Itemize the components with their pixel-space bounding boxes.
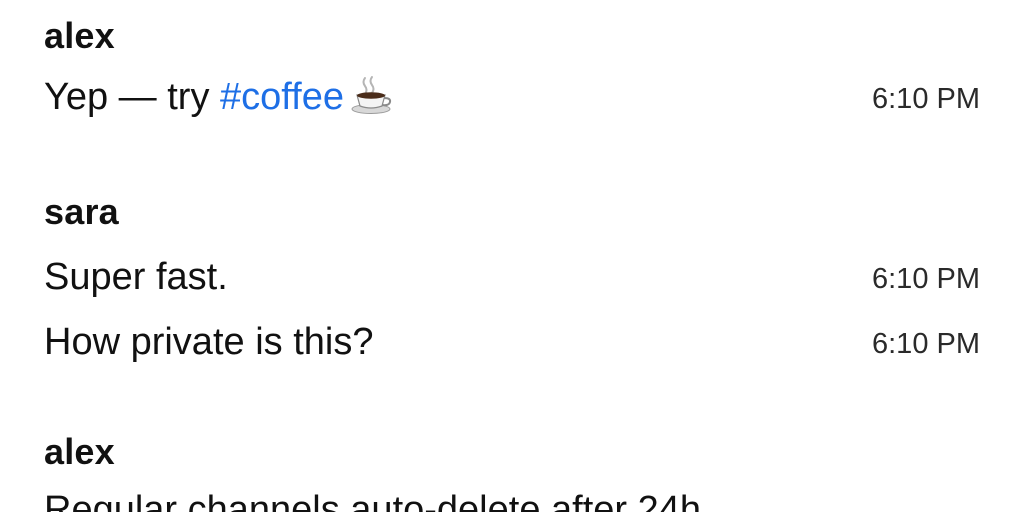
message-text: Super fast. <box>44 256 228 298</box>
chat-message-list: alex Yep — try #coffee 6:10 PM sara Supe… <box>0 0 1024 512</box>
message-author[interactable]: alex <box>44 16 115 56</box>
message-text: Yep — try #coffee <box>44 75 394 119</box>
message-text: Regular channels auto-delete after 24h. <box>44 489 712 512</box>
hashtag-link[interactable]: #coffee <box>220 76 344 118</box>
message-row[interactable]: How private is this? 6:10 PM <box>44 320 980 364</box>
message-timestamp: 6:10 PM <box>872 83 980 115</box>
message-row[interactable]: Regular channels auto-delete after 24h. <box>44 488 980 512</box>
message-timestamp: 6:10 PM <box>872 328 980 360</box>
coffee-cup-icon <box>350 75 394 115</box>
message-text-part: Yep — try <box>44 76 221 118</box>
message-row[interactable]: Super fast. 6:10 PM <box>44 255 980 299</box>
message-author[interactable]: sara <box>44 192 119 232</box>
message-timestamp: 6:10 PM <box>872 263 980 295</box>
message-row[interactable]: Yep — try #coffee 6:10 PM <box>44 75 980 119</box>
message-text: How private is this? <box>44 321 374 363</box>
message-author[interactable]: alex <box>44 432 115 472</box>
